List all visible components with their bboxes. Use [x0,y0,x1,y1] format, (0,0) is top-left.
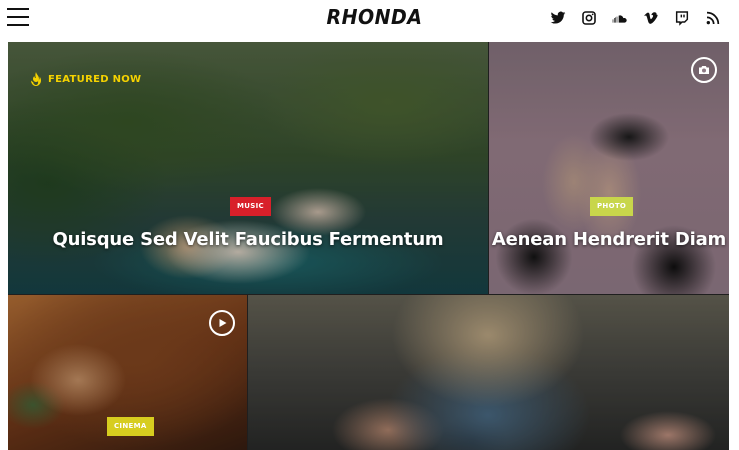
category-badge-cinema[interactable]: CINEMA [107,417,154,436]
post-title[interactable]: Aenean Hendrerit Diam [489,229,729,250]
social-links [544,9,730,27]
vimeo-icon[interactable] [637,9,668,27]
featured-now-label: FEATURED NOW [30,72,141,86]
soundcloud-icon[interactable] [606,9,637,27]
play-icon[interactable] [209,310,235,336]
instagram-icon[interactable] [575,9,606,27]
twitter-icon[interactable] [544,9,575,27]
site-header: RHONDA [0,0,739,42]
featured-post-3[interactable]: CINEMA [8,295,247,450]
rss-icon[interactable] [699,9,730,27]
featured-post-4[interactable] [248,295,729,450]
featured-grid: FEATURED NOW MUSIC Quisque Sed Velit Fau… [8,42,729,450]
category-badge-music[interactable]: MUSIC [230,197,271,216]
post-title[interactable]: Quisque Sed Velit Faucibus Fermentum [8,229,488,250]
hamburger-menu-icon[interactable] [7,8,29,26]
category-badge-photo[interactable]: PHOTO [590,197,634,216]
camera-icon[interactable] [691,57,717,83]
flame-icon [31,72,41,86]
site-logo[interactable]: RHONDA [327,5,423,29]
twitch-icon[interactable] [668,9,699,27]
featured-post-2[interactable]: PHOTO Aenean Hendrerit Diam [489,42,729,294]
featured-post-1[interactable]: FEATURED NOW MUSIC Quisque Sed Velit Fau… [8,42,488,294]
featured-now-text: FEATURED NOW [48,73,142,85]
